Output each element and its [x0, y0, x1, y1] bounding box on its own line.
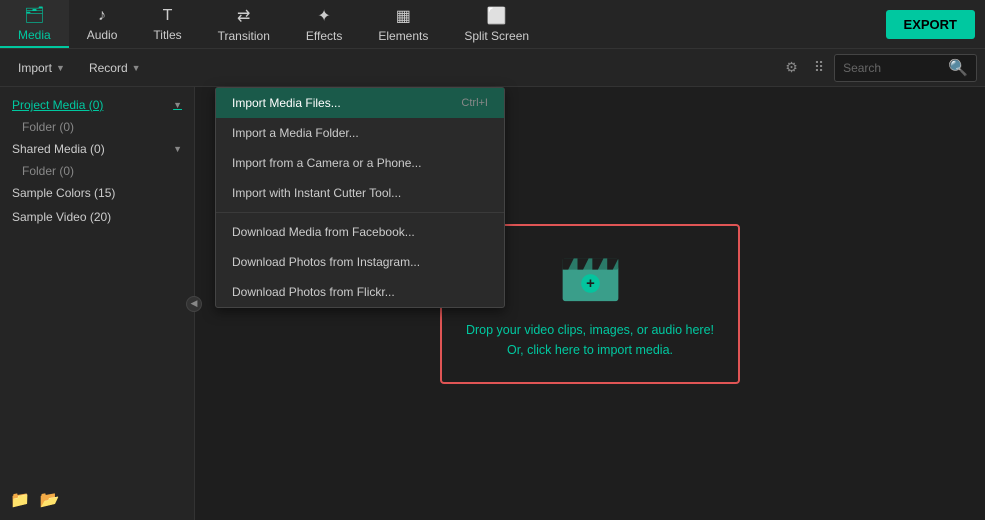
sidebar-item-folder-0[interactable]: Folder (0): [0, 117, 194, 137]
new-folder-icon[interactable]: 📁: [10, 490, 30, 510]
sidebar-folder-0-label: Folder (0): [22, 120, 74, 134]
nav-titles-label: Titles: [153, 28, 181, 42]
drop-zone-line2: Or, click here to import media.: [466, 340, 714, 360]
dropdown-item-facebook[interactable]: Download Media from Facebook...: [216, 217, 504, 247]
search-icon[interactable]: 🔍: [948, 58, 968, 78]
main-layout: Project Media (0) ▼ Folder (0) Shared Me…: [0, 87, 985, 520]
import-folder-label: Import a Media Folder...: [232, 126, 359, 140]
import-files-label: Import Media Files...: [232, 96, 341, 110]
nav-audio-label: Audio: [87, 28, 118, 42]
nav-media[interactable]: 🗂 Media: [0, 0, 69, 48]
dropdown-item-flickr[interactable]: Download Photos from Flickr...: [216, 277, 504, 307]
filter-icon[interactable]: ⚙: [779, 55, 804, 80]
nav-effects-label: Effects: [306, 29, 342, 43]
nav-titles[interactable]: T Titles: [135, 0, 199, 48]
search-input[interactable]: [843, 61, 943, 75]
splitscreen-icon: ⬜: [487, 6, 507, 26]
export-button[interactable]: EXPORT: [886, 10, 975, 39]
secondary-bar: Import ▼ Record ▼ ⚙ ⠿ 🔍: [0, 49, 985, 87]
sidebar-project-media-chevron: ▼: [173, 100, 182, 110]
sidebar-item-project-media[interactable]: Project Media (0) ▼: [0, 93, 194, 117]
import-button[interactable]: Import ▼: [8, 57, 75, 79]
import-files-shortcut: Ctrl+I: [461, 97, 488, 109]
transition-icon: ⇄: [237, 6, 250, 26]
import-dropdown-menu: Import Media Files... Ctrl+I Import a Me…: [215, 87, 505, 308]
sidebar-item-shared-media[interactable]: Shared Media (0) ▼: [0, 137, 194, 161]
sidebar-collapse-button[interactable]: ◀: [186, 296, 202, 312]
sidebar-item-folder-0b[interactable]: Folder (0): [0, 161, 194, 181]
import-label: Import: [18, 61, 52, 75]
record-label: Record: [89, 61, 128, 75]
nav-elements-label: Elements: [378, 29, 428, 43]
sidebar-shared-media-chevron: ▼: [173, 144, 182, 154]
record-chevron-icon: ▼: [132, 63, 141, 73]
nav-splitscreen-label: Split Screen: [464, 29, 529, 43]
media-icon: 🗂: [24, 5, 44, 25]
svg-text:+: +: [586, 276, 595, 292]
import-camera-label: Import from a Camera or a Phone...: [232, 156, 421, 170]
dropdown-item-import-folder[interactable]: Import a Media Folder...: [216, 118, 504, 148]
sidebar-shared-media-label: Shared Media (0): [12, 142, 173, 156]
dropdown-item-import-files[interactable]: Import Media Files... Ctrl+I: [216, 88, 504, 118]
sidebar-bottom-icons: 📁 📂: [10, 490, 60, 510]
sidebar-item-sample-colors[interactable]: Sample Colors (15): [0, 181, 194, 205]
sidebar-item-sample-video[interactable]: Sample Video (20): [0, 205, 194, 229]
nav-transition-label: Transition: [218, 29, 270, 43]
content-area: Import Media Files... Ctrl+I Import a Me…: [195, 87, 985, 520]
record-button[interactable]: Record ▼: [79, 57, 151, 79]
nav-effects[interactable]: ✦ Effects: [288, 0, 360, 48]
drop-zone-text: Drop your video clips, images, or audio …: [466, 320, 714, 360]
grid-icon[interactable]: ⠿: [808, 55, 830, 80]
sidebar-sample-video-label: Sample Video (20): [12, 210, 182, 224]
dropdown-item-import-cutter[interactable]: Import with Instant Cutter Tool...: [216, 178, 504, 208]
dropdown-item-instagram[interactable]: Download Photos from Instagram...: [216, 247, 504, 277]
new-smart-folder-icon[interactable]: 📂: [40, 490, 60, 510]
effects-icon: ✦: [317, 6, 330, 26]
elements-icon: ▦: [396, 6, 411, 26]
flickr-label: Download Photos from Flickr...: [232, 285, 395, 299]
clapperboard-icon: +: [558, 248, 623, 306]
sidebar: Project Media (0) ▼ Folder (0) Shared Me…: [0, 87, 195, 520]
import-cutter-label: Import with Instant Cutter Tool...: [232, 186, 401, 200]
sidebar-sample-colors-label: Sample Colors (15): [12, 186, 182, 200]
nav-audio[interactable]: ♪ Audio: [69, 0, 136, 48]
instagram-label: Download Photos from Instagram...: [232, 255, 420, 269]
drop-zone-line1: Drop your video clips, images, or audio …: [466, 320, 714, 340]
titles-icon: T: [163, 7, 173, 25]
sidebar-project-media-label: Project Media (0): [12, 98, 173, 112]
audio-icon: ♪: [98, 7, 106, 25]
dropdown-separator: [216, 212, 504, 213]
nav-splitscreen[interactable]: ⬜ Split Screen: [446, 0, 547, 48]
nav-elements[interactable]: ▦ Elements: [360, 0, 446, 48]
nav-media-label: Media: [18, 28, 51, 42]
dropdown-item-import-camera[interactable]: Import from a Camera or a Phone...: [216, 148, 504, 178]
nav-transition[interactable]: ⇄ Transition: [200, 0, 288, 48]
top-nav: 🗂 Media ♪ Audio T Titles ⇄ Transition ✦ …: [0, 0, 985, 49]
sidebar-folder-0b-label: Folder (0): [22, 164, 74, 178]
search-box: 🔍: [834, 54, 977, 82]
facebook-label: Download Media from Facebook...: [232, 225, 415, 239]
import-chevron-icon: ▼: [56, 63, 65, 73]
